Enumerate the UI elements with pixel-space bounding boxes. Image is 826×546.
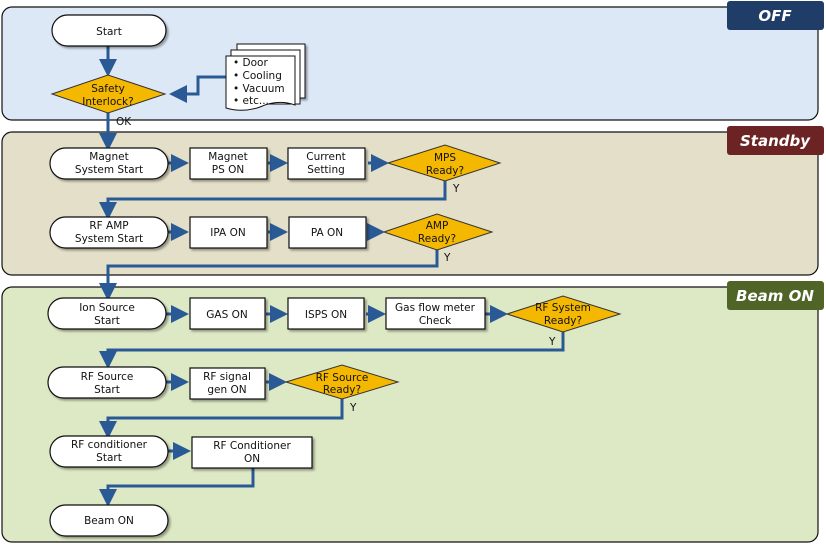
svg-text:RF Conditioner: RF Conditioner xyxy=(213,440,291,452)
svg-text:Start: Start xyxy=(96,452,122,464)
edge-label-ok: OK xyxy=(116,116,132,128)
phase-badge-standby: Standby xyxy=(727,126,824,155)
terminal-beam-on: Beam ON xyxy=(49,504,169,537)
svg-text:RF signal: RF signal xyxy=(203,371,251,383)
svg-text:• Door: • Door xyxy=(233,57,268,69)
process-ipa-on: IPA ON xyxy=(189,216,268,249)
svg-text:Beam ON: Beam ON xyxy=(84,515,134,527)
svg-text:OFF: OFF xyxy=(758,7,792,25)
terminal-magnet-system-start: Magnet System Start xyxy=(49,147,169,180)
phase-badge-off: OFF xyxy=(727,1,824,30)
svg-text:Ready?: Ready? xyxy=(544,315,582,327)
edge-label-y-mps: Y xyxy=(452,183,460,195)
svg-text:RF System: RF System xyxy=(535,302,591,314)
svg-text:gen ON: gen ON xyxy=(207,384,246,396)
terminal-rf-conditioner-start: RF conditioner Start xyxy=(49,435,169,468)
svg-text:Check: Check xyxy=(419,315,452,327)
svg-text:RF conditioner: RF conditioner xyxy=(71,439,148,451)
phase-badge-beam: Beam ON xyxy=(727,281,824,310)
svg-text:Beam ON: Beam ON xyxy=(736,287,814,305)
flowchart: OFF Standby Beam ON OK Y Y Y Y Start Saf… xyxy=(1,1,824,543)
terminal-ion-source-start: Ion Source Start xyxy=(47,297,167,330)
svg-text:GAS ON: GAS ON xyxy=(206,309,247,321)
svg-text:AMP: AMP xyxy=(426,220,449,232)
svg-text:• Cooling: • Cooling xyxy=(233,70,282,82)
svg-text:PS ON: PS ON xyxy=(212,164,244,176)
svg-text:Gas flow meter: Gas flow meter xyxy=(395,302,476,314)
svg-text:Start: Start xyxy=(94,384,120,396)
process-isps-on: ISPS ON xyxy=(287,297,365,330)
svg-text:• etc...: • etc... xyxy=(233,95,269,107)
svg-text:RF Source: RF Source xyxy=(81,371,134,383)
svg-text:IPA ON: IPA ON xyxy=(210,227,245,239)
process-gas-on: GAS ON xyxy=(189,297,266,330)
svg-text:Standby: Standby xyxy=(740,132,811,150)
edge-label-y-rfsrc: Y xyxy=(349,402,357,414)
svg-text:Interlock?: Interlock? xyxy=(82,96,133,108)
svg-text:RF Source: RF Source xyxy=(316,372,369,384)
svg-text:ISPS ON: ISPS ON xyxy=(305,309,347,321)
edge-label-y-amp: Y xyxy=(443,252,451,264)
svg-text:System Start: System Start xyxy=(75,233,143,245)
svg-text:• Vacuum: • Vacuum xyxy=(233,83,285,95)
process-rf-signal-gen-on: RF signal gen ON xyxy=(189,367,266,400)
svg-text:Start: Start xyxy=(94,315,120,327)
svg-text:PA ON: PA ON xyxy=(311,227,343,239)
process-rf-conditioner-on: RF Conditioner ON xyxy=(191,436,313,469)
process-current-setting: Current Setting xyxy=(287,147,366,180)
svg-text:Ready?: Ready? xyxy=(323,384,361,396)
document-interlock-list: • Door • Cooling • Vacuum • etc... xyxy=(225,43,306,111)
process-gas-flow-meter-check: Gas flow meter Check xyxy=(385,297,486,330)
svg-text:Safety: Safety xyxy=(91,83,125,95)
terminal-rf-amp-system-start: RF AMP System Start xyxy=(49,216,169,249)
svg-text:Ready?: Ready? xyxy=(418,233,456,245)
svg-text:Setting: Setting xyxy=(307,164,345,176)
svg-text:Ion Source: Ion Source xyxy=(79,302,135,314)
svg-text:Start: Start xyxy=(96,26,122,38)
svg-text:System Start: System Start xyxy=(75,164,143,176)
svg-text:Ready?: Ready? xyxy=(426,165,464,177)
process-pa-on: PA ON xyxy=(288,216,367,249)
svg-text:ON: ON xyxy=(244,453,260,465)
svg-text:Magnet: Magnet xyxy=(89,151,128,163)
svg-text:Current: Current xyxy=(306,151,345,163)
terminal-rf-source-start: RF Source Start xyxy=(47,366,167,399)
process-magnet-ps-on: Magnet PS ON xyxy=(189,147,268,180)
terminal-start: Start xyxy=(51,14,167,47)
svg-text:MPS: MPS xyxy=(434,152,456,164)
svg-text:Magnet: Magnet xyxy=(208,151,247,163)
svg-text:RF AMP: RF AMP xyxy=(89,220,128,232)
edge-label-y-rfsys: Y xyxy=(548,336,556,348)
